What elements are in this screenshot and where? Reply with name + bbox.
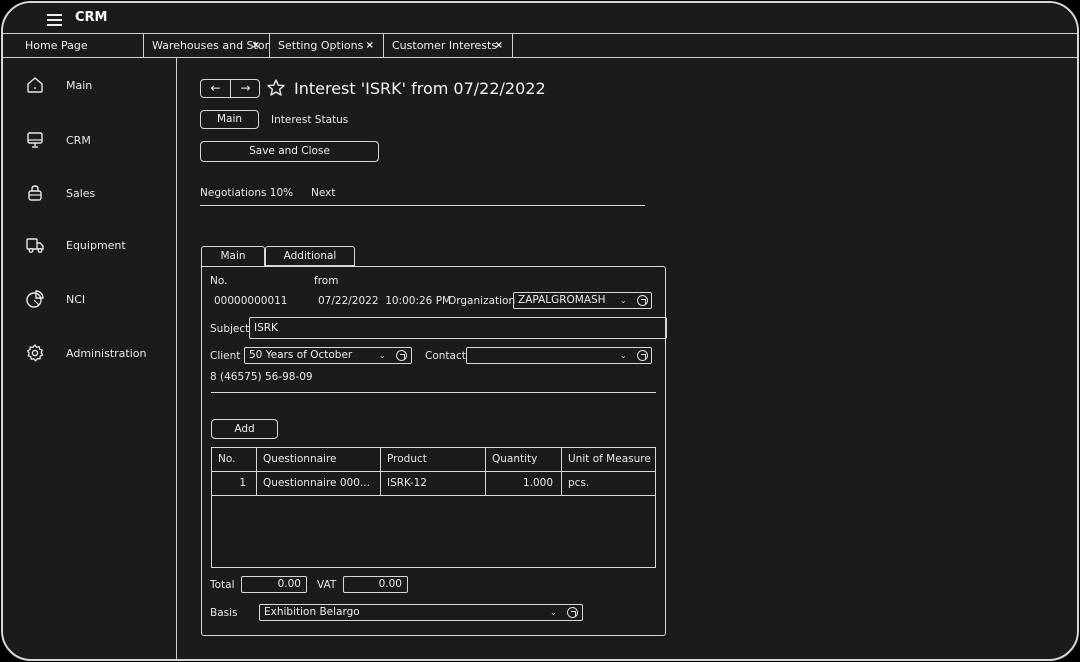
client-label: Client <box>210 350 241 362</box>
open-icon[interactable] <box>637 295 648 306</box>
tab-label: Setting Options <box>278 39 364 52</box>
cell-quantity: 1.000 <box>486 472 562 495</box>
subject-label: Subject <box>210 323 250 335</box>
client-field[interactable]: 50 Years of October ⌄ <box>244 347 412 364</box>
tab-setting-options[interactable]: Setting Options × <box>270 34 384 58</box>
cell-questionnaire: Questionnaire 000... <box>257 472 381 495</box>
close-icon[interactable]: × <box>252 34 260 58</box>
back-button[interactable]: ← <box>201 80 231 97</box>
close-icon[interactable]: × <box>366 34 374 58</box>
column-header-no[interactable]: No. <box>212 448 257 471</box>
number-value[interactable]: 00000000011 <box>214 295 288 307</box>
gear-icon <box>26 344 44 362</box>
forward-button[interactable]: → <box>231 80 260 97</box>
organization-label: Organization <box>448 295 516 307</box>
cell-product: ISRK-12 <box>381 472 486 495</box>
sidebar-item-main[interactable]: Main <box>25 75 165 99</box>
menu-icon[interactable] <box>47 14 62 26</box>
monitor-icon <box>27 132 43 148</box>
from-label: from <box>314 275 339 287</box>
column-header-quantity[interactable]: Quantity <box>486 448 562 471</box>
form-divider <box>211 392 656 393</box>
number-label: No. <box>210 275 228 287</box>
tab-main[interactable]: Main <box>201 246 265 266</box>
stage-label: Negotiations 10% <box>200 187 294 199</box>
tab-label: Home Page <box>25 39 88 52</box>
open-icon[interactable] <box>637 350 648 361</box>
contact-field[interactable]: ⌄ <box>466 347 652 364</box>
save-and-close-button[interactable]: Save and Close <box>200 141 379 162</box>
nav-arrows: ← → <box>200 79 260 98</box>
next-stage-link[interactable]: Next <box>311 187 335 199</box>
tab-customer-interests[interactable]: Customer Interests × <box>384 34 513 58</box>
items-table: No. Questionnaire Product Quantity Unit … <box>211 447 656 568</box>
total-label: Total <box>210 579 235 591</box>
sidebar-item-equipment[interactable]: Equipment <box>25 235 165 259</box>
sidebar-item-label: Sales <box>66 187 96 200</box>
star-icon[interactable] <box>266 78 286 98</box>
subject-field[interactable]: ISRK <box>249 317 667 339</box>
chevron-down-icon[interactable]: ⌄ <box>620 293 627 308</box>
stage-divider <box>200 205 645 206</box>
table-row[interactable]: 1 Questionnaire 000... ISRK-12 1.000 pcs… <box>212 472 655 496</box>
top-bar: CRM <box>3 3 1077 34</box>
page-title: Interest 'ISRK' from 07/22/2022 <box>294 79 546 98</box>
vat-label: VAT <box>317 579 337 591</box>
tab-warehouses-and-stores[interactable]: Warehouses and Stores × <box>144 34 270 58</box>
tab-bar: Home Page Warehouses and Stores × Settin… <box>3 34 1077 58</box>
basis-label: Basis <box>210 607 238 619</box>
tab-home-page[interactable]: Home Page <box>3 34 144 58</box>
sidebar: Main CRM Sales Equipment NCI Administrat… <box>3 58 177 659</box>
sidebar-item-administration[interactable]: Administration <box>25 343 165 367</box>
sidebar-item-label: Equipment <box>66 239 126 252</box>
column-header-product[interactable]: Product <box>381 448 486 471</box>
main-button[interactable]: Main <box>200 110 259 129</box>
open-icon[interactable] <box>396 350 407 361</box>
main-content: ← → Interest 'ISRK' from 07/22/2022 Main… <box>178 58 1077 659</box>
app-title: CRM <box>75 10 108 25</box>
phone-value: 8 (46575) 56-98-09 <box>210 371 313 383</box>
column-header-questionnaire[interactable]: Questionnaire <box>257 448 381 471</box>
pie-chart-icon <box>26 290 44 308</box>
sidebar-item-label: Main <box>66 79 93 92</box>
contact-label: Contact <box>425 350 466 362</box>
table-header-row: No. Questionnaire Product Quantity Unit … <box>212 448 655 472</box>
column-header-unit[interactable]: Unit of Measure <box>562 448 655 471</box>
add-button[interactable]: Add <box>211 419 278 439</box>
tab-additional[interactable]: Additional <box>265 246 355 266</box>
interest-status-link[interactable]: Interest Status <box>271 114 348 126</box>
client-value: 50 Years of October <box>249 349 353 361</box>
vat-field: 0.00 <box>343 576 408 593</box>
organization-value: ZAPALGROMASH <box>518 294 606 306</box>
chevron-down-icon[interactable]: ⌄ <box>550 605 557 620</box>
cell-unit: pcs. <box>568 477 590 489</box>
sidebar-item-sales[interactable]: Sales <box>25 183 165 207</box>
chevron-down-icon[interactable]: ⌄ <box>379 348 386 363</box>
basis-field[interactable]: Exhibition Belargo ⌄ <box>259 604 583 621</box>
open-icon[interactable] <box>567 607 578 618</box>
total-field: 0.00 <box>241 576 307 593</box>
sidebar-item-nci[interactable]: NCI <box>25 289 165 313</box>
cell-no: 1 <box>212 472 257 495</box>
chevron-down-icon[interactable]: ⌄ <box>620 348 627 363</box>
sidebar-item-crm[interactable]: CRM <box>25 130 165 154</box>
subject-value: ISRK <box>254 322 278 334</box>
organization-field[interactable]: ZAPALGROMASH ⌄ <box>513 292 652 309</box>
sidebar-item-label: NCI <box>66 293 86 306</box>
tab-label: Customer Interests <box>392 39 498 52</box>
home-icon <box>27 77 43 93</box>
basis-value: Exhibition Belargo <box>264 606 360 618</box>
close-icon[interactable]: × <box>495 34 503 58</box>
sidebar-item-label: CRM <box>66 134 91 147</box>
truck-icon <box>26 238 44 253</box>
app-window: CRM Home Page Warehouses and Stores × Se… <box>1 1 1079 661</box>
shopping-bag-icon <box>28 185 42 201</box>
date-value[interactable]: 07/22/2022 10:00:26 PM <box>318 295 451 307</box>
sidebar-item-label: Administration <box>66 347 147 360</box>
